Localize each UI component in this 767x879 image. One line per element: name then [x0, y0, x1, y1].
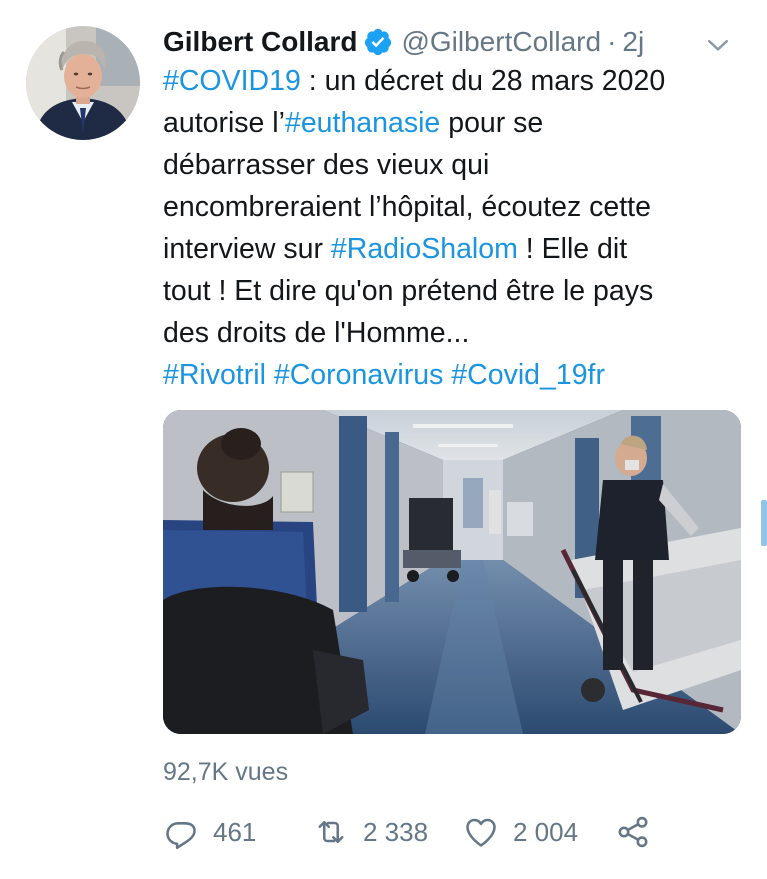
- tweet-text-segment: des droits de l'Homme...: [163, 317, 470, 349]
- tweet-text-line: #Rivotril #Coronavirus #Covid_19fr: [163, 354, 743, 396]
- tweet-timestamp[interactable]: 2j: [622, 26, 644, 58]
- author-name[interactable]: Gilbert Collard: [163, 26, 357, 58]
- retweet-count: 2 338: [363, 816, 429, 847]
- tweet-text-line: autorise l’#euthanasie pour se: [163, 102, 743, 144]
- tweet-text-line: encombreraient l’hôpital, écoutez cette: [163, 186, 743, 228]
- tweet-text-segment: interview sur: [163, 233, 331, 265]
- reply-icon: [166, 822, 196, 850]
- tweet-header: Gilbert Collard @GilbertCollard · 2j: [163, 22, 747, 62]
- reply-button[interactable]: 461: [163, 810, 256, 854]
- reply-count: 461: [213, 816, 257, 847]
- tweet-text-segment: ! Elle dit: [517, 233, 628, 265]
- tweet-text-segment: [266, 359, 274, 391]
- hashtag-link[interactable]: #Covid_19fr: [451, 359, 605, 391]
- tweet-text-segment: débarrasser des vieux qui: [163, 149, 490, 181]
- tweet-text-segment: pour se: [440, 107, 544, 139]
- tweet-text-line: des droits de l'Homme...: [163, 312, 743, 354]
- hashtag-link[interactable]: #euthanasie: [285, 107, 440, 139]
- hospital-corridor-photo: [163, 410, 741, 734]
- tweet-text-line: #COVID19 : un décret du 28 mars 2020: [163, 60, 743, 102]
- tweet-text-line: débarrasser des vieux qui: [163, 144, 743, 186]
- tweet-text-segment: : un décret du 28 mars 2020: [300, 65, 666, 97]
- avatar[interactable]: [26, 26, 140, 140]
- tweet-text-line: interview sur #RadioShalom ! Elle dit: [163, 228, 743, 270]
- like-button[interactable]: 2 004: [463, 810, 578, 854]
- author-handle[interactable]: @GilbertCollard: [401, 26, 601, 58]
- tweet-media-photo[interactable]: [163, 410, 741, 734]
- retweet-icon: [318, 820, 344, 844]
- hashtag-link[interactable]: #RadioShalom: [331, 233, 518, 265]
- separator-dot: ·: [607, 26, 617, 57]
- tweet-text: #COVID19 : un décret du 28 mars 2020 auto…: [163, 60, 743, 396]
- retweet-button[interactable]: 2 338: [313, 810, 428, 854]
- scrollbar-thumb[interactable]: [761, 500, 767, 546]
- hashtag-link[interactable]: #Rivotril: [163, 359, 266, 391]
- share-button[interactable]: [615, 810, 651, 854]
- view-count: 92,7K vues: [163, 758, 289, 786]
- hashtag-link[interactable]: #Coronavirus: [274, 359, 444, 391]
- like-count: 2 004: [513, 816, 579, 847]
- profile-photo: [26, 26, 140, 140]
- tweet-text-line: tout ! Et dire qu'on prétend être le pay…: [163, 270, 743, 312]
- tweet-text-segment: autorise l’: [163, 107, 285, 139]
- hashtag-link[interactable]: #COVID19: [163, 65, 301, 97]
- heart-icon: [466, 818, 496, 847]
- verified-badge-icon: [365, 28, 392, 56]
- share-icon: [618, 816, 648, 848]
- chevron-down-icon[interactable]: [703, 30, 733, 60]
- tweet-text-segment: tout ! Et dire qu'on prétend être le pay…: [163, 275, 654, 307]
- tweet-actions: 461 2 338 2 004: [163, 810, 663, 854]
- tweet-text-segment: encombreraient l’hôpital, écoutez cette: [163, 191, 651, 223]
